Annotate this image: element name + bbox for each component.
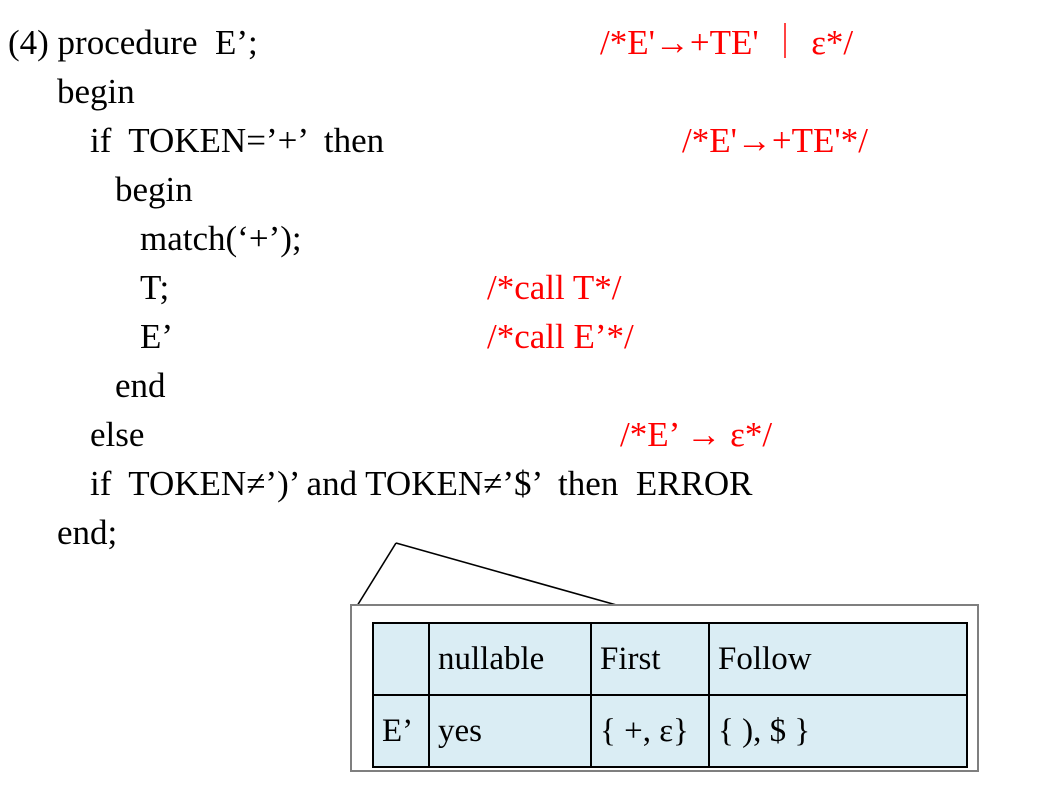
code-line: begin (0, 67, 1046, 116)
code-line-text: end; (57, 513, 118, 552)
code-line: T; /*call T*/ (0, 263, 1046, 312)
first-follow-table: nullable First Follow E’ yes { +, ε} { )… (372, 622, 968, 768)
code-line-text: end (115, 366, 166, 405)
code-line: begin (0, 165, 1046, 214)
code-line: end (0, 361, 1046, 410)
code-line-comment: /*E'→+TE' ｜ ε*/ (600, 23, 854, 62)
code-line-comment: /*call T*/ (487, 268, 622, 307)
table-header-cell-nullable: nullable (428, 622, 592, 696)
code-line: end; (0, 508, 1046, 557)
code-line-text: if TOKEN=’+’ then (90, 121, 385, 160)
first-follow-callout-box: nullable First Follow E’ yes { +, ε} { )… (350, 604, 979, 772)
table-cell-first: { +, ε} (590, 694, 710, 768)
code-line: E’ /*call E’*/ (0, 312, 1046, 361)
code-line-text: begin (115, 170, 193, 209)
code-line-comment: /*call E’*/ (487, 317, 634, 356)
code-line: match(‘+’); (0, 214, 1046, 263)
table-header-cell-follow: Follow (708, 622, 968, 696)
table-header-cell-symbol (372, 622, 430, 696)
code-line: if TOKEN=’+’ then /*E'→+TE'*/ (0, 116, 1046, 165)
code-line-text: T; (140, 268, 170, 307)
table-row: E’ yes { +, ε} { ), $ } (372, 694, 968, 768)
code-line: if TOKEN≠’)’ and TOKEN≠’$’ then ERROR (0, 459, 1046, 508)
code-line-text: else (90, 415, 145, 454)
code-line-text: if TOKEN≠’)’ and TOKEN≠’$’ then ERROR (90, 464, 753, 503)
code-line-text: (4) procedure E’; (8, 23, 258, 62)
code-line: (4) procedure E’; /*E'→+TE' ｜ ε*/ (0, 18, 1046, 67)
slide-canvas: (4) procedure E’; /*E'→+TE' ｜ ε*/ begin … (0, 0, 1046, 786)
code-line-text: E’ (140, 317, 174, 356)
code-line-text: match(‘+’); (140, 219, 302, 258)
table-header-cell-first: First (590, 622, 710, 696)
table-header-row: nullable First Follow (372, 622, 968, 696)
code-line: else /*E’ → ε*/ (0, 410, 1046, 459)
table-cell-symbol: E’ (372, 694, 430, 768)
table-cell-follow: { ), $ } (708, 694, 968, 768)
code-line-comment: /*E’ → ε*/ (620, 415, 773, 454)
code-line-comment: /*E'→+TE'*/ (682, 121, 868, 160)
pseudocode-listing: (4) procedure E’; /*E'→+TE' ｜ ε*/ begin … (0, 18, 1046, 557)
table-cell-nullable: yes (428, 694, 592, 768)
code-line-text: begin (57, 72, 135, 111)
